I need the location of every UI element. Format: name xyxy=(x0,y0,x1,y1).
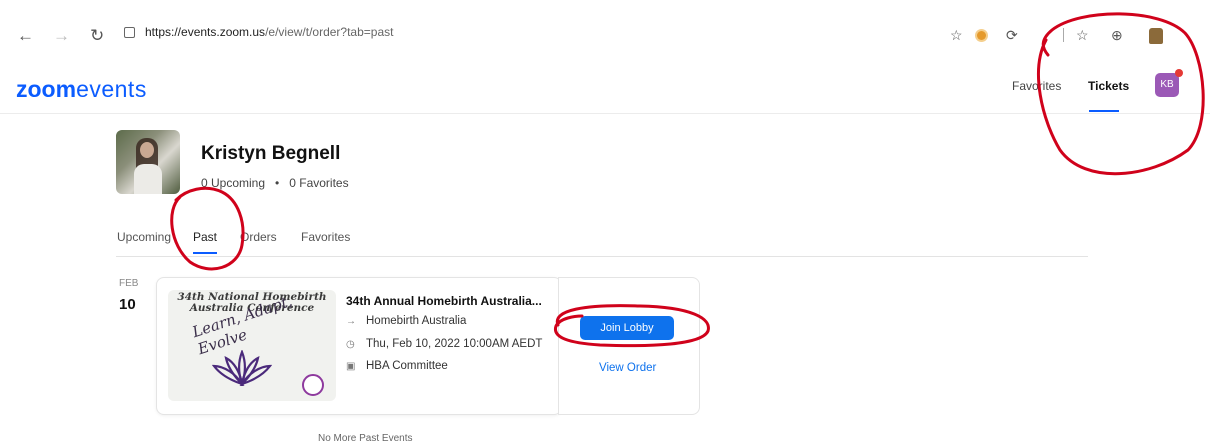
event-host: HBA Committee xyxy=(366,360,448,372)
no-more-events-text: No More Past Events xyxy=(318,433,413,444)
url-host: https://events.zoom.us xyxy=(145,25,266,39)
extension-icon[interactable] xyxy=(977,31,986,40)
lotus-icon xyxy=(212,350,272,386)
profile-stats: 0 Upcoming • 0 Favorites xyxy=(201,176,349,190)
tab-favorites[interactable]: Favorites xyxy=(301,230,350,244)
favorites-count[interactable]: 0 Favorites xyxy=(289,176,348,190)
nav-active-indicator xyxy=(1089,110,1119,112)
event-day: 10 xyxy=(119,296,136,313)
event-banner-image[interactable]: 34th National Homebirth Australia Confere… xyxy=(168,290,336,401)
logo-events-text: events xyxy=(76,76,147,102)
profile-photo xyxy=(116,130,180,194)
tab-past[interactable]: Past xyxy=(193,230,217,244)
add-favorite-icon[interactable]: ☆ xyxy=(950,28,963,42)
tab-upcoming[interactable]: Upcoming xyxy=(117,230,171,244)
tabs-divider xyxy=(116,256,1088,257)
view-order-link[interactable]: View Order xyxy=(599,362,656,374)
browser-toolbar: ← → ↻ https://events.zoom.us/e/view/t/or… xyxy=(0,0,1210,60)
event-datetime: Thu, Feb 10, 2022 10:00AM AEDT xyxy=(366,338,543,350)
user-avatar[interactable]: KB xyxy=(1155,73,1179,97)
toolbar-separator xyxy=(1063,28,1064,42)
extensions-puzzle-icon[interactable]: ⟳ xyxy=(1006,28,1018,42)
zoom-events-logo[interactable]: zoomevents xyxy=(16,76,147,102)
event-actions-panel xyxy=(558,277,700,415)
forward-arrow-icon[interactable]: → xyxy=(53,27,70,44)
profile-name: Kristyn Begnell xyxy=(201,143,341,164)
browser-profile-avatar[interactable] xyxy=(1149,28,1163,44)
upcoming-count[interactable]: 0 Upcoming xyxy=(201,176,265,190)
address-bar[interactable]: https://events.zoom.us/e/view/t/order?ta… xyxy=(124,25,393,39)
logo-zoom-text: zoom xyxy=(16,76,77,102)
header-divider xyxy=(0,113,1210,114)
stats-separator: • xyxy=(275,176,280,190)
nav-tickets[interactable]: Tickets xyxy=(1088,79,1129,93)
event-organizer-row: → Homebirth Australia xyxy=(346,315,466,327)
arrow-right-icon: → xyxy=(346,316,356,327)
id-card-icon: ▣ xyxy=(346,361,356,372)
event-host-row: ▣ HBA Committee xyxy=(346,360,448,372)
refresh-icon[interactable]: ↻ xyxy=(90,27,104,44)
event-title[interactable]: 34th Annual Homebirth Australia... xyxy=(346,294,542,308)
clock-icon: ◷ xyxy=(346,339,355,350)
back-arrow-icon[interactable]: ← xyxy=(17,27,34,44)
page-info-icon[interactable] xyxy=(124,27,135,39)
tab-orders[interactable]: Orders xyxy=(240,230,277,244)
nav-favorites[interactable]: Favorites xyxy=(1012,79,1061,93)
join-lobby-button[interactable]: Join Lobby xyxy=(580,316,674,340)
collections-icon[interactable]: ⊕ xyxy=(1111,28,1123,42)
favorites-icon[interactable]: ☆ xyxy=(1076,28,1089,42)
tab-active-indicator xyxy=(193,252,217,254)
event-organizer[interactable]: Homebirth Australia xyxy=(366,315,466,327)
url-path: /e/view/t/order?tab=past xyxy=(265,25,394,39)
hba-badge-icon xyxy=(302,374,324,396)
notification-dot xyxy=(1175,69,1183,77)
event-month: FEB xyxy=(119,278,139,289)
event-datetime-row: ◷ Thu, Feb 10, 2022 10:00AM AEDT xyxy=(346,338,542,350)
